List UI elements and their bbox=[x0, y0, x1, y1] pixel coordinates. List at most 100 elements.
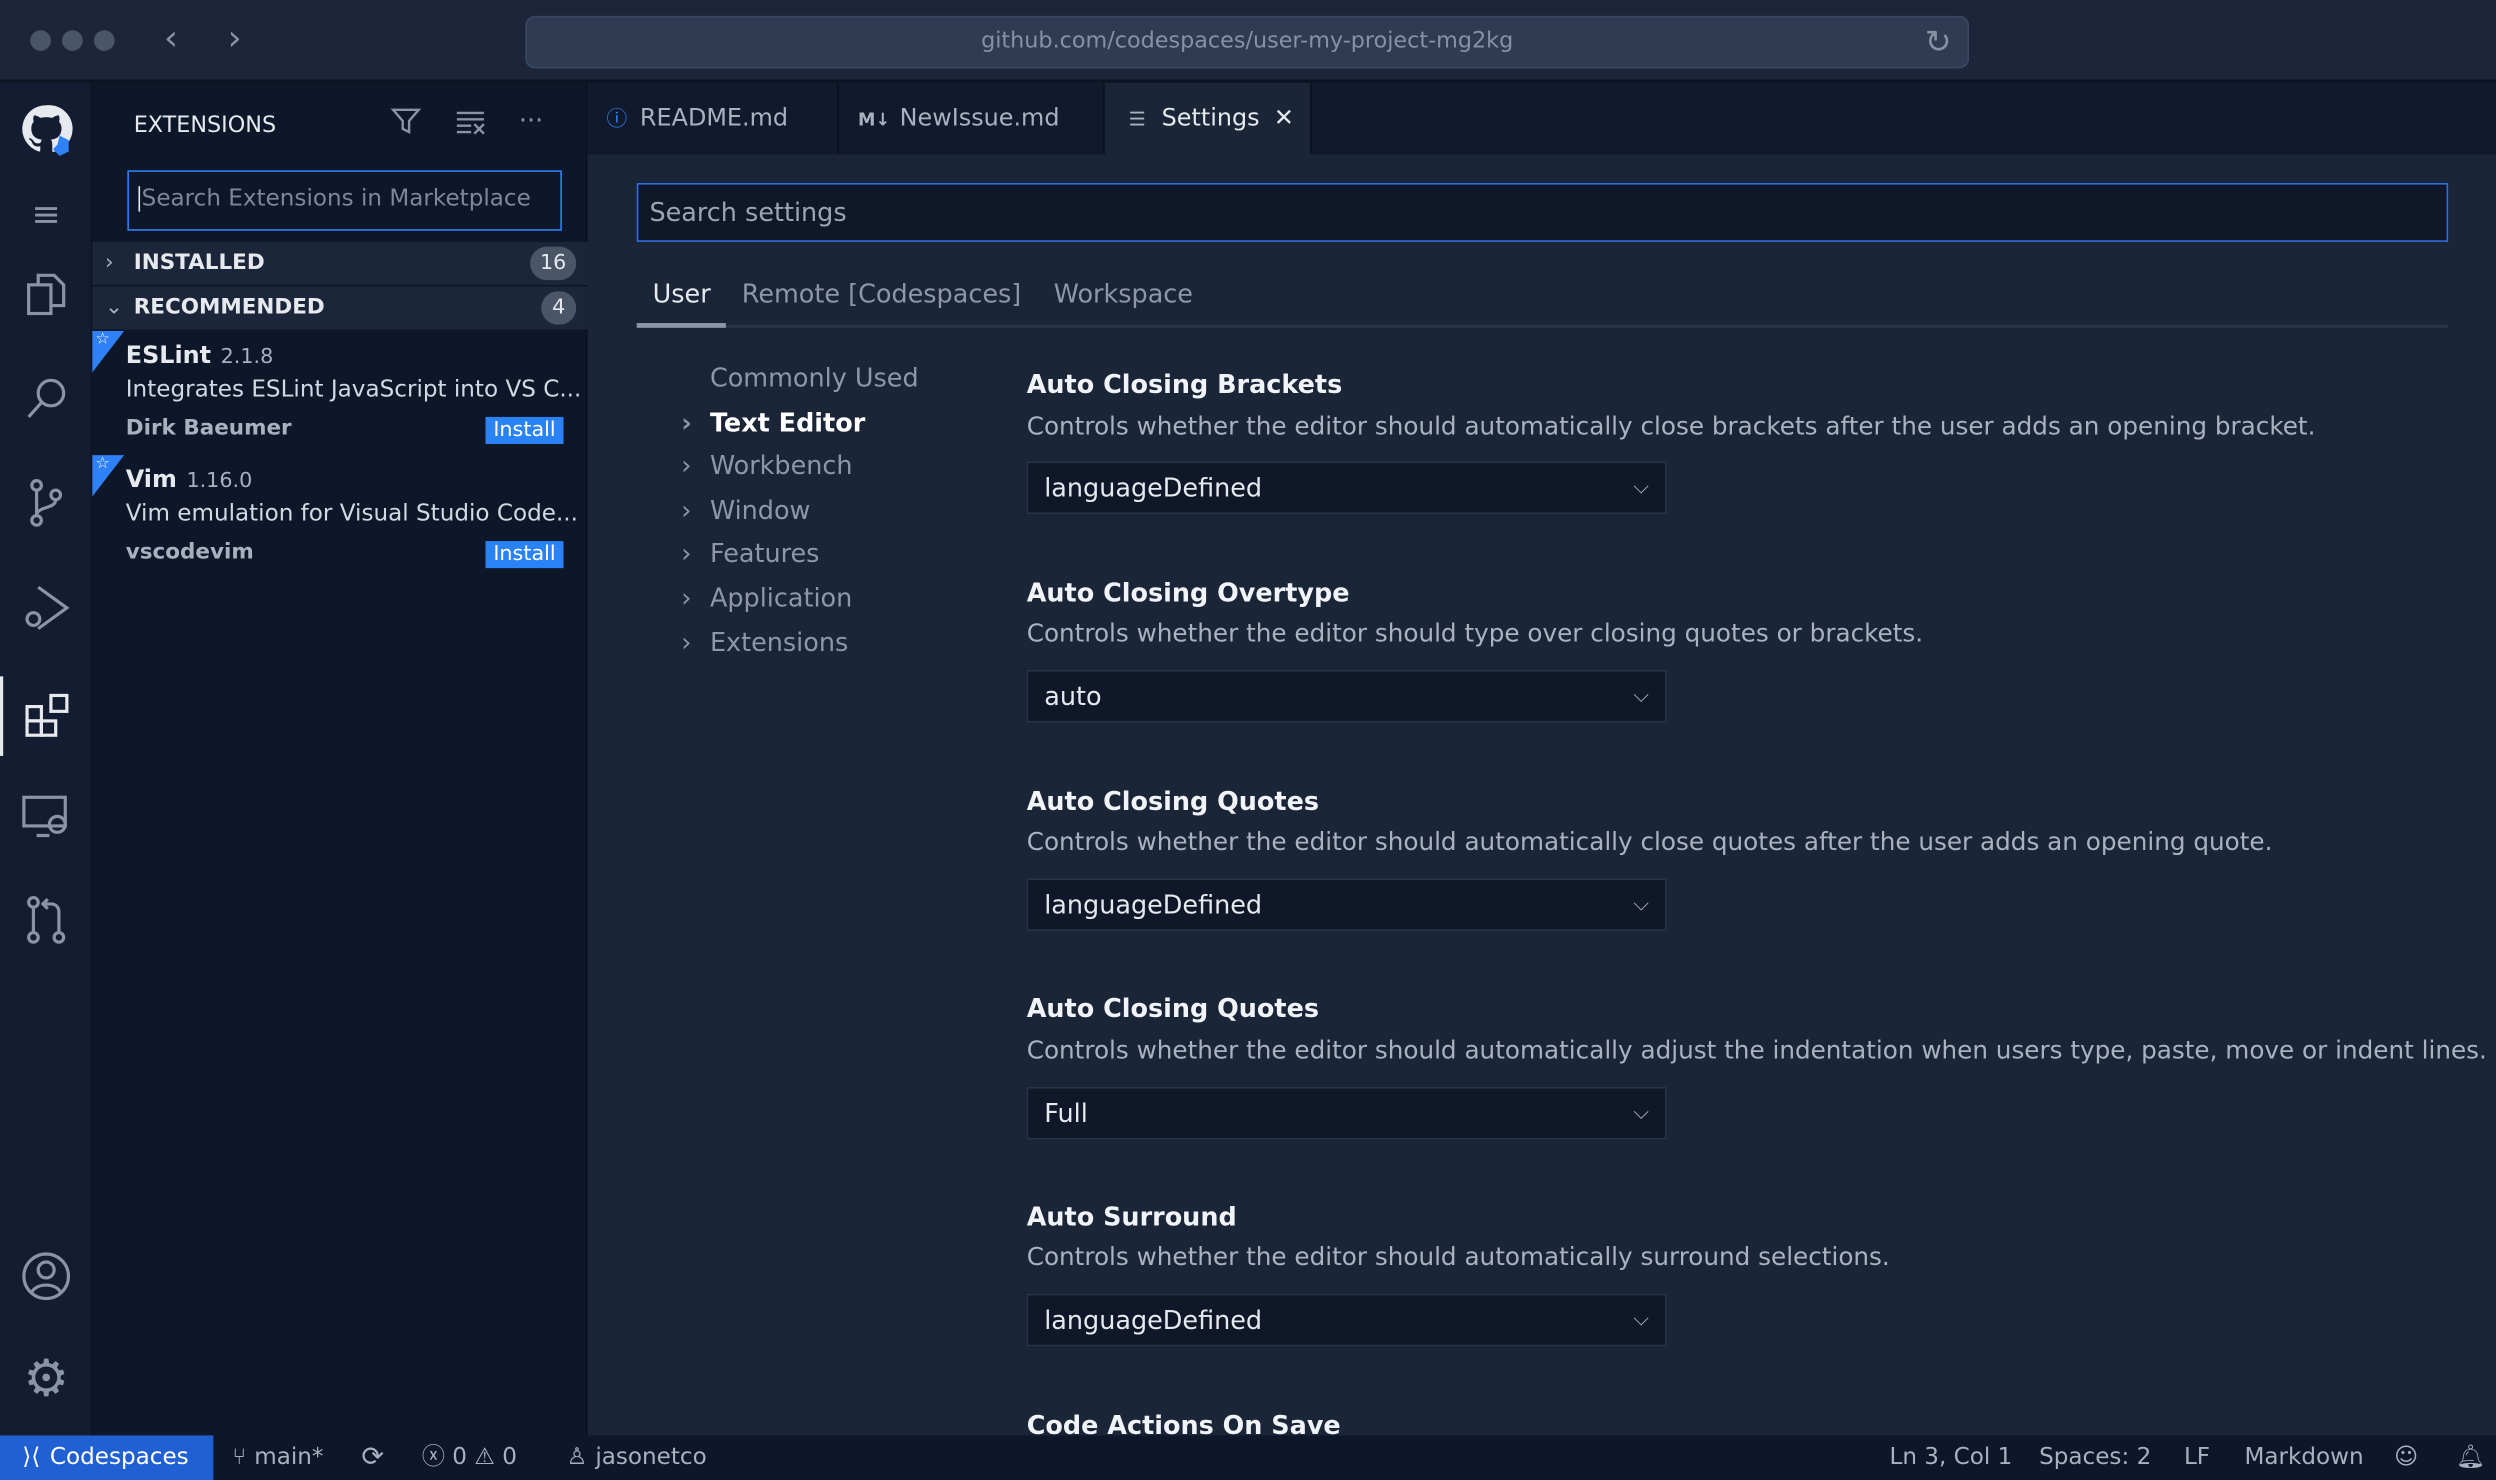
setting-title: Auto Closing Brackets bbox=[1026, 369, 1343, 400]
notifications-bell-icon[interactable]: 🔔︎ bbox=[2456, 1435, 2485, 1480]
scope-tab-user[interactable]: User bbox=[653, 278, 711, 308]
minimize-window-button[interactable] bbox=[62, 30, 83, 51]
warning-icon: ⚠ bbox=[474, 1444, 495, 1471]
remote-indicator[interactable]: ⟩⟨ Codespaces bbox=[0, 1435, 214, 1480]
install-button[interactable]: Install bbox=[485, 541, 564, 569]
problems-indicator[interactable]: ⓧ 0 ⚠ 0 bbox=[422, 1435, 517, 1480]
dropdown-value: languageDefined bbox=[1044, 889, 1263, 920]
extension-name: ESLint bbox=[125, 340, 212, 370]
toc-label: Commonly Used bbox=[709, 362, 919, 394]
line-ending[interactable]: LF bbox=[2184, 1435, 2210, 1480]
run-debug-icon[interactable] bbox=[0, 568, 92, 648]
activity-bar: ≡ ⚙ bbox=[0, 82, 93, 1436]
dropdown-value: Full bbox=[1044, 1098, 1088, 1129]
chevron-down-icon: ⌵ bbox=[1633, 475, 1650, 500]
tab-label: NewIssue.md bbox=[899, 103, 1060, 133]
close-tab-icon[interactable]: ✕ bbox=[1274, 103, 1294, 132]
toc-label: Extensions bbox=[709, 627, 849, 658]
setting-dropdown[interactable]: languageDefined ⌵ bbox=[1026, 1293, 1667, 1347]
tab-newissue[interactable]: M↓ NewIssue.md bbox=[839, 82, 1105, 155]
settings-search-input[interactable]: Search settings bbox=[636, 183, 2449, 242]
info-icon: ⓘ bbox=[606, 108, 628, 133]
search-icon[interactable] bbox=[0, 358, 92, 438]
extension-version: 1.16.0 bbox=[186, 469, 253, 494]
setting-dropdown[interactable]: Full ⌵ bbox=[1026, 1086, 1667, 1140]
chevron-right-icon: › bbox=[681, 450, 692, 481]
reload-icon[interactable]: ↻ bbox=[1925, 18, 1952, 67]
toc-workbench[interactable]: › Workbench bbox=[681, 450, 852, 480]
back-icon[interactable]: ‹ bbox=[164, 19, 178, 60]
filter-icon[interactable] bbox=[390, 105, 422, 145]
cursor-position[interactable]: Ln 3, Col 1 bbox=[1889, 1435, 2012, 1480]
scope-tab-workspace[interactable]: Workspace bbox=[1054, 278, 1193, 308]
scope-tabs-divider bbox=[636, 324, 2449, 328]
toc-window[interactable]: › Window bbox=[681, 495, 810, 525]
clear-results-icon[interactable] bbox=[455, 105, 487, 143]
menu-icon[interactable]: ≡ bbox=[0, 175, 92, 255]
settings-list-icon: ☰ bbox=[1128, 108, 1146, 131]
toc-application[interactable]: › Application bbox=[681, 582, 852, 612]
url-bar[interactable]: github.com/codespaces/user-my-project-mg… bbox=[525, 15, 1970, 69]
sidebar-title: EXTENSIONS bbox=[133, 112, 277, 139]
git-branch-icon: ⑂ bbox=[232, 1444, 247, 1471]
chevron-down-icon: ⌄ bbox=[105, 294, 124, 320]
setting-description: Controls whether the editor should autom… bbox=[1026, 827, 2273, 857]
section-label: INSTALLED bbox=[133, 249, 265, 276]
toc-extensions[interactable]: › Extensions bbox=[681, 627, 848, 657]
browser-titlebar: ‹ › github.com/codespaces/user-my-projec… bbox=[0, 0, 2496, 83]
remote-label: Codespaces bbox=[49, 1444, 189, 1471]
markdown-icon: M↓ bbox=[857, 109, 891, 131]
chevron-down-icon: ⌵ bbox=[1633, 1101, 1650, 1126]
branch-indicator[interactable]: ⑂ main* bbox=[232, 1435, 323, 1480]
section-recommended[interactable]: ⌄ RECOMMENDED 4 bbox=[92, 286, 588, 330]
chevron-down-icon: ⌵ bbox=[1633, 892, 1650, 917]
pull-requests-icon[interactable] bbox=[0, 880, 92, 960]
more-actions-icon[interactable]: ··· bbox=[519, 105, 543, 135]
manage-gear-icon[interactable]: ⚙ bbox=[0, 1338, 92, 1418]
toc-features[interactable]: › Features bbox=[681, 538, 819, 568]
search-placeholder: Search Extensions in Marketplace bbox=[138, 186, 531, 212]
star-icon: ☆ bbox=[95, 455, 110, 473]
source-control-icon[interactable] bbox=[0, 463, 92, 543]
dropdown-value: languageDefined bbox=[1044, 472, 1263, 503]
section-installed[interactable]: › INSTALLED 16 bbox=[92, 241, 588, 285]
install-button[interactable]: Install bbox=[485, 416, 564, 445]
setting-title: Auto Surround bbox=[1026, 1201, 1237, 1232]
forward-icon[interactable]: › bbox=[228, 19, 242, 60]
setting-dropdown[interactable]: languageDefined ⌵ bbox=[1026, 878, 1667, 931]
feedback-icon[interactable]: ☺ bbox=[2394, 1435, 2418, 1480]
setting-dropdown[interactable]: auto ⌵ bbox=[1026, 669, 1667, 723]
user-indicator[interactable]: ♙ jasonetco bbox=[567, 1435, 707, 1480]
remote-explorer-icon[interactable] bbox=[0, 777, 92, 857]
sync-icon[interactable]: ⟳ bbox=[361, 1435, 384, 1480]
maximize-window-button[interactable] bbox=[93, 30, 115, 51]
extension-author: Dirk Baeumer bbox=[125, 415, 292, 441]
extensions-search-input[interactable]: Search Extensions in Marketplace bbox=[127, 170, 562, 231]
setting-description: Controls whether the editor should autom… bbox=[1026, 412, 2316, 441]
extension-item-vim[interactable]: ☆ Vim 1.16.0 Vim emulation for Visual Stu… bbox=[92, 455, 587, 579]
toc-commonly-used[interactable]: Commonly Used bbox=[681, 362, 919, 394]
error-icon: ⓧ bbox=[421, 1444, 445, 1471]
close-window-button[interactable] bbox=[30, 30, 51, 51]
language-mode[interactable]: Markdown bbox=[2244, 1435, 2363, 1480]
explorer-files-icon[interactable] bbox=[0, 255, 92, 335]
user-icon: ♙ bbox=[566, 1444, 588, 1471]
tab-readme[interactable]: ⓘ README.md bbox=[587, 82, 839, 155]
user-label: jasonetco bbox=[595, 1444, 707, 1471]
toc-text-editor[interactable]: › Text Editor bbox=[681, 407, 865, 437]
extension-item-eslint[interactable]: ☆ ESLint 2.1.8 Integrates ESLint JavaScri… bbox=[92, 331, 587, 455]
section-label: RECOMMENDED bbox=[133, 294, 325, 320]
extension-version: 2.1.8 bbox=[220, 345, 274, 370]
account-icon[interactable] bbox=[0, 1237, 92, 1317]
setting-dropdown[interactable]: languageDefined ⌵ bbox=[1026, 461, 1667, 515]
tab-settings[interactable]: ☰ Settings ✕ bbox=[1104, 82, 1312, 155]
toc-label: Workbench bbox=[709, 450, 853, 481]
extensions-icon[interactable] bbox=[0, 676, 92, 756]
toc-label: Application bbox=[709, 582, 853, 613]
search-placeholder: Search settings bbox=[649, 197, 847, 228]
error-count: 0 bbox=[452, 1444, 467, 1471]
indentation[interactable]: Spaces: 2 bbox=[2039, 1435, 2151, 1480]
url-text: github.com/codespaces/user-my-project-mg… bbox=[981, 28, 1514, 55]
chevron-right-icon: › bbox=[681, 407, 692, 438]
scope-tab-remote[interactable]: Remote [Codespaces] bbox=[742, 278, 1021, 308]
